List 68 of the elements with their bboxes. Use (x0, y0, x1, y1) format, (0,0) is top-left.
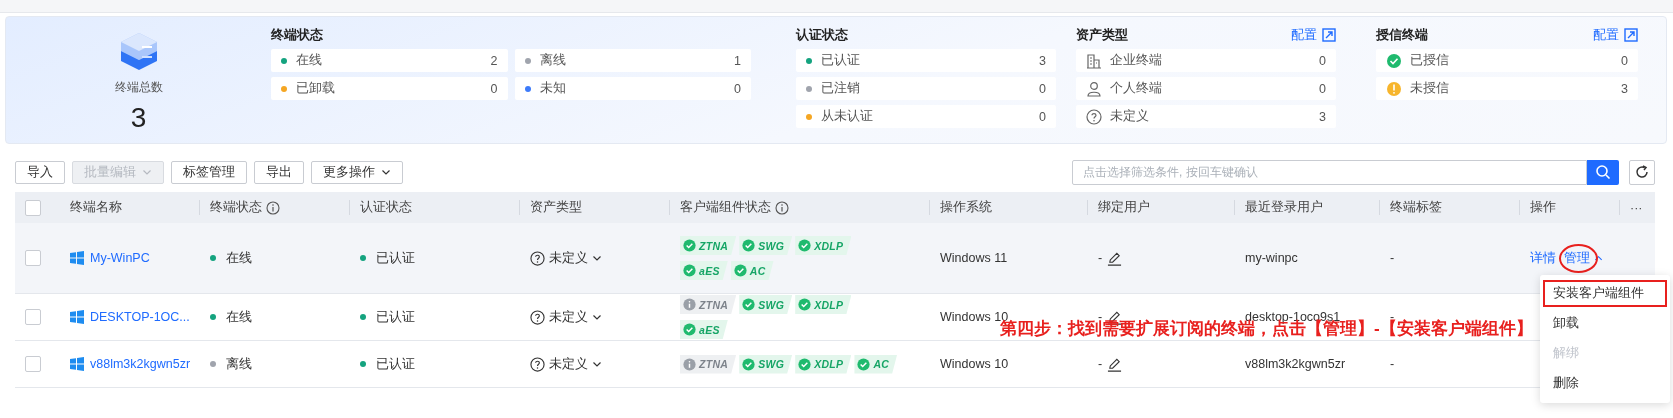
stat-count: 0 (1621, 53, 1628, 68)
status-text: 在线 (226, 308, 252, 326)
stat-count: 0 (1319, 53, 1326, 68)
summary-count: 3 (130, 102, 147, 134)
column-header: 最近登录用户 (1245, 199, 1323, 216)
column-header: ··· (1630, 200, 1643, 215)
stat-label: 个人终端 (1110, 80, 1163, 97)
component-tag: XDLP (795, 236, 852, 255)
component-tag: AC (730, 261, 774, 280)
stat-count: 0 (734, 81, 741, 96)
column-header: 客户端组件状态 (680, 199, 771, 216)
component-tag: AC (854, 354, 898, 374)
stat-count: 3 (1319, 109, 1326, 124)
stat-label: 从未认证 (821, 108, 874, 125)
status-text: 离线 (226, 355, 252, 373)
bound-user-text: - (1098, 251, 1103, 265)
stat-label: 企业终端 (1110, 52, 1163, 69)
last-user-text: v88lm3k2kgwn5zr (1245, 357, 1346, 371)
last-user-text: my-winpc (1245, 251, 1298, 265)
column-header: 终端标签 (1390, 199, 1442, 216)
component-tag: aES (680, 320, 728, 339)
auth-status-text: 已认证 (376, 249, 415, 267)
column-header: 资产类型 (530, 199, 582, 216)
stat-count: 2 (490, 53, 498, 68)
column-header: 认证状态 (360, 199, 412, 216)
stat-label: 已授信 (1410, 52, 1450, 69)
auth-status-text: 已认证 (376, 355, 415, 373)
tag-text: - (1390, 357, 1395, 371)
component-tag: ZTNA (680, 236, 737, 255)
stat-count: 0 (1039, 81, 1046, 96)
component-tag: SWG (739, 354, 793, 374)
column-header: 操作系统 (940, 199, 992, 216)
component-tag: SWG (739, 236, 793, 255)
column-header: 操作 (1530, 199, 1556, 216)
component-tag: ZTNA (680, 354, 737, 374)
summary-label: 终端总数 (114, 79, 163, 96)
stat-count: 0 (490, 81, 498, 96)
stat-count: 3 (1621, 81, 1628, 96)
stat-count: 0 (1039, 109, 1046, 124)
auth-status-text: 已认证 (376, 308, 415, 326)
stat-label: 未授信 (1410, 80, 1450, 97)
group-title: 终端状态 (271, 26, 323, 44)
tag-text: - (1390, 251, 1395, 265)
bound-user-text: - (1098, 357, 1103, 371)
component-tag: XDLP (795, 354, 852, 374)
stat-label: 离线 (539, 52, 567, 69)
column-header: 终端状态 (210, 199, 262, 216)
status-text: 在线 (226, 249, 252, 267)
group-title: 授信终端 (1376, 26, 1428, 44)
stat-label: 在线 (296, 52, 323, 69)
stat-count: 0 (1319, 81, 1326, 96)
stat-label: 未定义 (1110, 108, 1150, 125)
stat-label: 已卸载 (296, 80, 336, 97)
stat-count: 3 (1039, 53, 1046, 68)
component-tag: aES (680, 261, 728, 280)
group-title: 资产类型 (1076, 26, 1128, 44)
os-text: Windows 10 (940, 357, 1009, 371)
stat-label: 未知 (539, 80, 567, 97)
component-tag: XDLP (795, 295, 852, 314)
component-tag: ZTNA (680, 295, 737, 314)
stat-count: 1 (734, 53, 741, 68)
stat-label: 已认证 (821, 52, 861, 69)
group-title: 认证状态 (796, 26, 848, 44)
component-tag: SWG (739, 295, 793, 314)
column-header: 绑定用户 (1098, 199, 1150, 216)
stat-label: 已注销 (821, 80, 861, 97)
os-text: Windows 11 (940, 251, 1008, 265)
column-header: 终端名称 (70, 199, 122, 216)
